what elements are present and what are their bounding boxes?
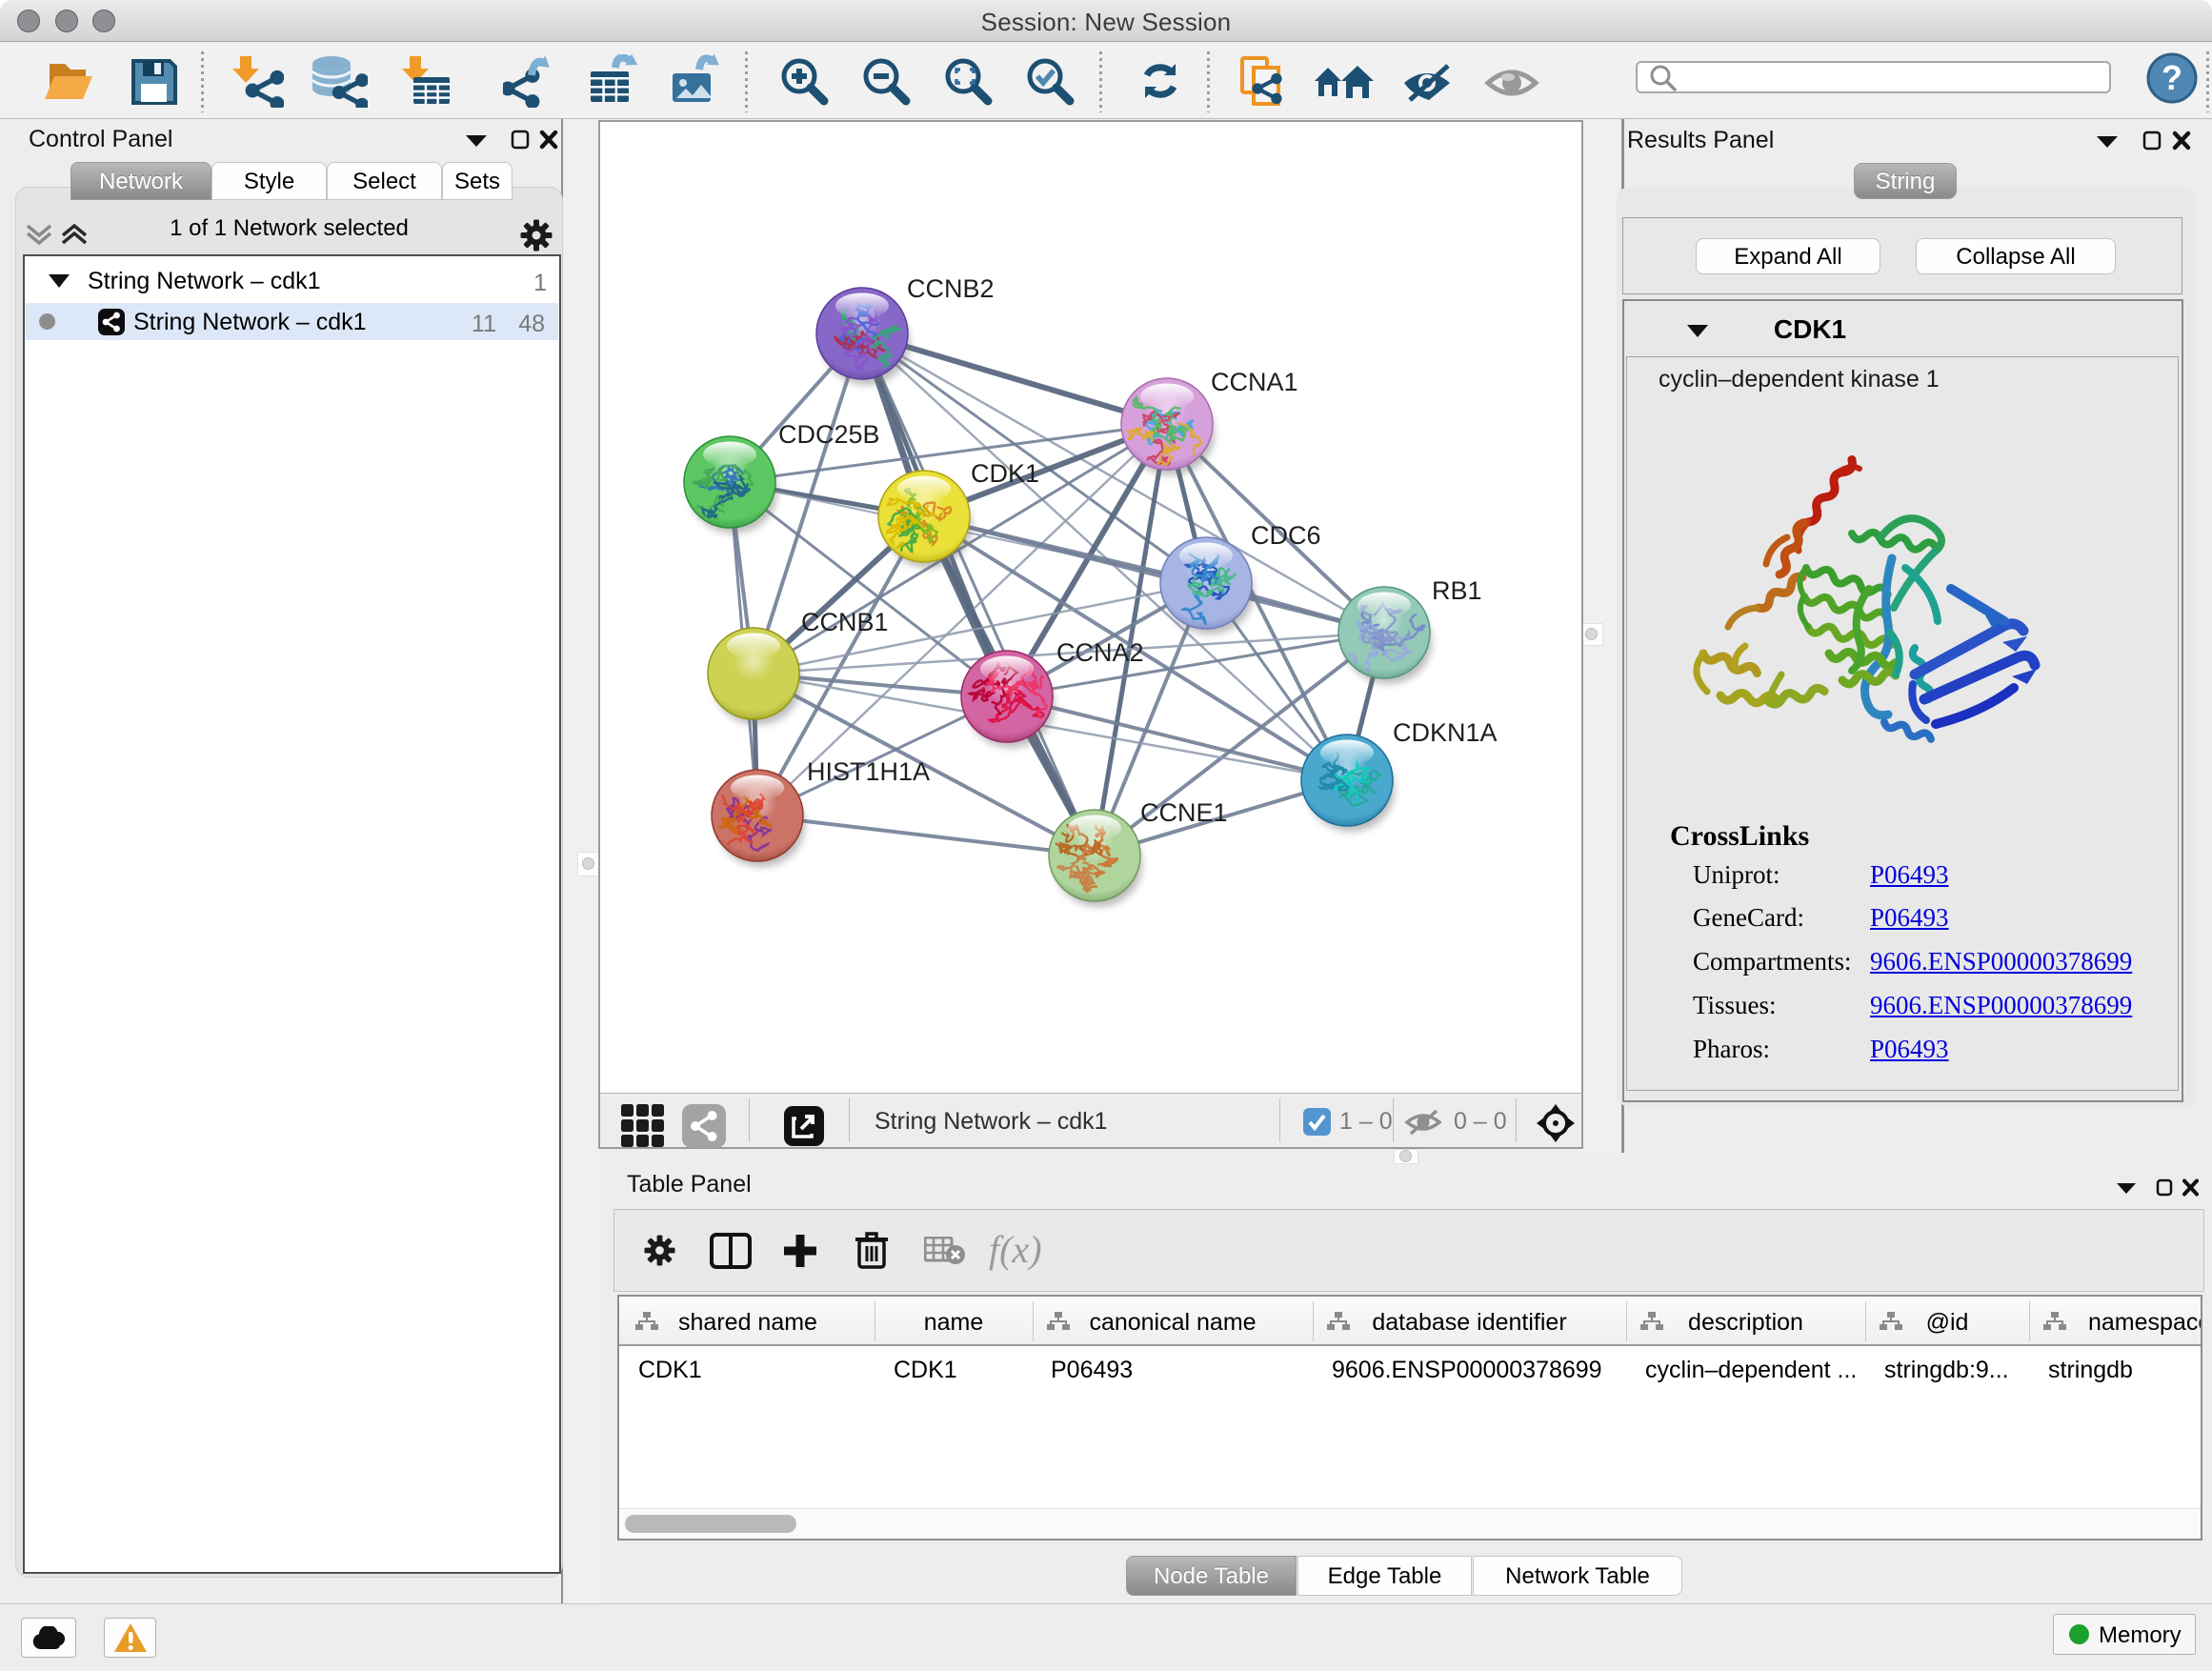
svg-text:CCNA2: CCNA2 — [1056, 638, 1144, 667]
svg-text:CDC25B: CDC25B — [778, 420, 880, 449]
svg-text:CDK1: CDK1 — [971, 459, 1039, 488]
svg-text:CDC6: CDC6 — [1251, 521, 1321, 550]
svg-text:CCNB1: CCNB1 — [801, 608, 889, 636]
svg-text:CCNB2: CCNB2 — [907, 274, 995, 303]
svg-text:HIST1H1A: HIST1H1A — [807, 757, 930, 786]
svg-text:CCNE1: CCNE1 — [1140, 798, 1228, 827]
svg-text:CDKN1A: CDKN1A — [1393, 718, 1498, 747]
svg-text:CCNA1: CCNA1 — [1211, 368, 1298, 396]
svg-text:RB1: RB1 — [1432, 576, 1482, 605]
svg-text:?: ? — [2162, 58, 2182, 97]
